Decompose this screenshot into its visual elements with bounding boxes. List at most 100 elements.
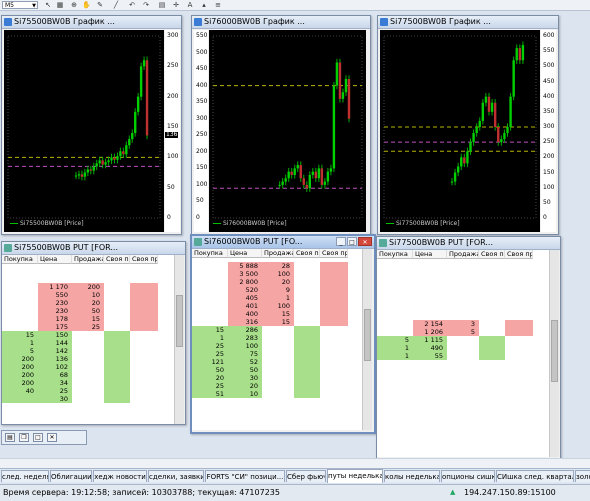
sell-cell[interactable]: 9: [262, 287, 290, 294]
chart-window-3[interactable]: Si77500BW0B График ... Si77500BW0B [Pric…: [377, 15, 559, 235]
close-icon[interactable]: ✕: [47, 433, 57, 442]
order-book-3[interactable]: Покупка Цена Продажа Своя по Своя пр 2 154 3 1 …: [377, 250, 549, 457]
timeframe-select[interactable]: M5 ▼: [2, 1, 38, 9]
column-header[interactable]: Своя пр: [320, 249, 348, 258]
price-cell[interactable]: 20: [228, 383, 258, 390]
quote-window-2[interactable]: Si76000BW0B PUT [FO... _ □ ✕ Покупка Цена Пр…: [190, 234, 376, 434]
buy-cell[interactable]: 25: [192, 343, 224, 350]
price-cell[interactable]: 68: [38, 372, 68, 379]
column-header[interactable]: Покупка: [192, 249, 228, 258]
sell-cell[interactable]: 50: [72, 308, 100, 315]
chart-area-1[interactable]: Si75500BW0B [Price]: [4, 30, 164, 232]
buy-cell[interactable]: 121: [192, 359, 224, 366]
restore-icon[interactable]: ❐: [19, 433, 29, 442]
price-cell[interactable]: 30: [228, 375, 258, 382]
sell-cell[interactable]: 10: [72, 292, 100, 299]
redo-icon[interactable]: ↷: [142, 1, 150, 9]
price-cell[interactable]: 230: [38, 300, 68, 307]
buy-cell[interactable]: 1: [2, 340, 34, 347]
sell-cell[interactable]: 20: [262, 279, 290, 286]
hand-icon[interactable]: ✋: [82, 1, 91, 9]
buy-cell[interactable]: 200: [2, 380, 34, 387]
price-cell[interactable]: 100: [228, 343, 258, 350]
column-header[interactable]: Цена: [38, 255, 72, 264]
buy-cell[interactable]: 200: [2, 372, 34, 379]
buy-cell[interactable]: 51: [192, 391, 224, 398]
column-header[interactable]: Своя по: [294, 249, 320, 258]
column-header[interactable]: Своя по: [479, 250, 505, 259]
price-cell[interactable]: 400: [228, 311, 258, 318]
price-cell[interactable]: 178: [38, 316, 68, 323]
price-cell[interactable]: 1 206: [413, 329, 443, 336]
sell-cell[interactable]: 15: [72, 316, 100, 323]
grid-icon[interactable]: ▦: [56, 1, 64, 9]
order-book-2[interactable]: Покупка Цена Продажа Своя по Своя пр 5 888 28 3…: [192, 249, 362, 430]
sell-cell[interactable]: 15: [262, 311, 290, 318]
sell-cell[interactable]: 3: [447, 321, 475, 328]
chart-icon[interactable]: ▤: [158, 1, 166, 9]
arrow-icon[interactable]: ↖: [44, 1, 52, 9]
chart-window-2[interactable]: Si76000BW0B График ... 550 500 450 400 350 30…: [191, 15, 371, 235]
line-icon[interactable]: ╱: [112, 1, 120, 9]
quote-window-1[interactable]: Si75500BW0B PUT [FOR... Покупка Цена Прода…: [1, 241, 186, 425]
sell-cell[interactable]: 100: [262, 303, 290, 310]
buy-cell[interactable]: 15: [192, 327, 224, 334]
price-cell[interactable]: 401: [228, 303, 258, 310]
price-cell[interactable]: 316: [228, 319, 258, 326]
price-cell[interactable]: 150: [38, 332, 68, 339]
chart-area-3[interactable]: Si77500BW0B [Price]: [380, 30, 540, 232]
price-cell[interactable]: 5 888: [228, 263, 258, 270]
undo-icon[interactable]: ↶: [128, 1, 136, 9]
scrollbar-1[interactable]: [174, 255, 184, 424]
column-header[interactable]: Продажа: [72, 255, 104, 264]
price-cell[interactable]: 144: [38, 340, 68, 347]
sell-cell[interactable]: 20: [72, 300, 100, 307]
buy-cell[interactable]: 25: [192, 383, 224, 390]
chart-area-2[interactable]: Si76000BW0B [Price]: [209, 30, 366, 232]
chart-window-3-titlebar[interactable]: Si77500BW0B График ...: [378, 16, 558, 29]
price-cell[interactable]: 1 170: [38, 284, 68, 291]
cursor-icon[interactable]: ✛: [172, 1, 180, 9]
sell-cell[interactable]: 25: [72, 324, 100, 331]
sell-cell[interactable]: 28: [262, 263, 290, 270]
price-cell[interactable]: 30: [38, 396, 68, 403]
buy-cell[interactable]: 1: [192, 335, 224, 342]
tab-6[interactable]: путы неделька: [327, 469, 383, 483]
tab-7[interactable]: колы неделька: [384, 470, 440, 482]
tab-1[interactable]: Облигации: [50, 470, 92, 482]
price-cell[interactable]: 50: [228, 367, 258, 374]
sell-cell[interactable]: 5: [447, 329, 475, 336]
chart-window-2-titlebar[interactable]: Si76000BW0B График ...: [192, 16, 370, 29]
price-cell[interactable]: 520: [228, 287, 258, 294]
scroll-thumb[interactable]: [551, 320, 558, 382]
sell-cell[interactable]: 100: [262, 271, 290, 278]
tab-0[interactable]: след. неделя: [1, 470, 49, 482]
price-cell[interactable]: 550: [38, 292, 68, 299]
price-cell[interactable]: 34: [38, 380, 68, 387]
buy-cell[interactable]: 1: [377, 345, 409, 352]
price-cell[interactable]: 136: [38, 356, 68, 363]
minimized-window[interactable]: ▤ ❐ □ ✕: [1, 430, 87, 445]
buy-cell[interactable]: 25: [192, 351, 224, 358]
maximize-icon[interactable]: □: [33, 433, 43, 442]
edit-icon[interactable]: ✎: [96, 1, 104, 9]
price-cell[interactable]: 142: [38, 348, 68, 355]
sell-cell[interactable]: 15: [262, 319, 290, 326]
column-header[interactable]: Продажа: [262, 249, 294, 258]
tab-2[interactable]: хедж новости: [93, 470, 147, 482]
price-cell[interactable]: 2 800: [228, 279, 258, 286]
tab-9[interactable]: СИшка след. квартал: [496, 470, 574, 482]
tab-4[interactable]: FORTS "СИ" позици...: [205, 470, 285, 482]
price-cell[interactable]: 1 115: [413, 337, 443, 344]
chart-window-1-titlebar[interactable]: Si75500BW0B График ...: [2, 16, 181, 29]
buy-cell[interactable]: 20: [192, 375, 224, 382]
column-header[interactable]: Продажа: [447, 250, 479, 259]
tab-8[interactable]: опционы сишка: [441, 470, 495, 482]
buy-cell[interactable]: 200: [2, 364, 34, 371]
price-cell[interactable]: 10: [228, 391, 258, 398]
price-cell[interactable]: 490: [413, 345, 443, 352]
column-header[interactable]: Своя пр: [505, 250, 533, 259]
sell-cell[interactable]: 1: [262, 295, 290, 302]
price-cell[interactable]: 230: [38, 308, 68, 315]
column-header[interactable]: Покупка: [2, 255, 38, 264]
